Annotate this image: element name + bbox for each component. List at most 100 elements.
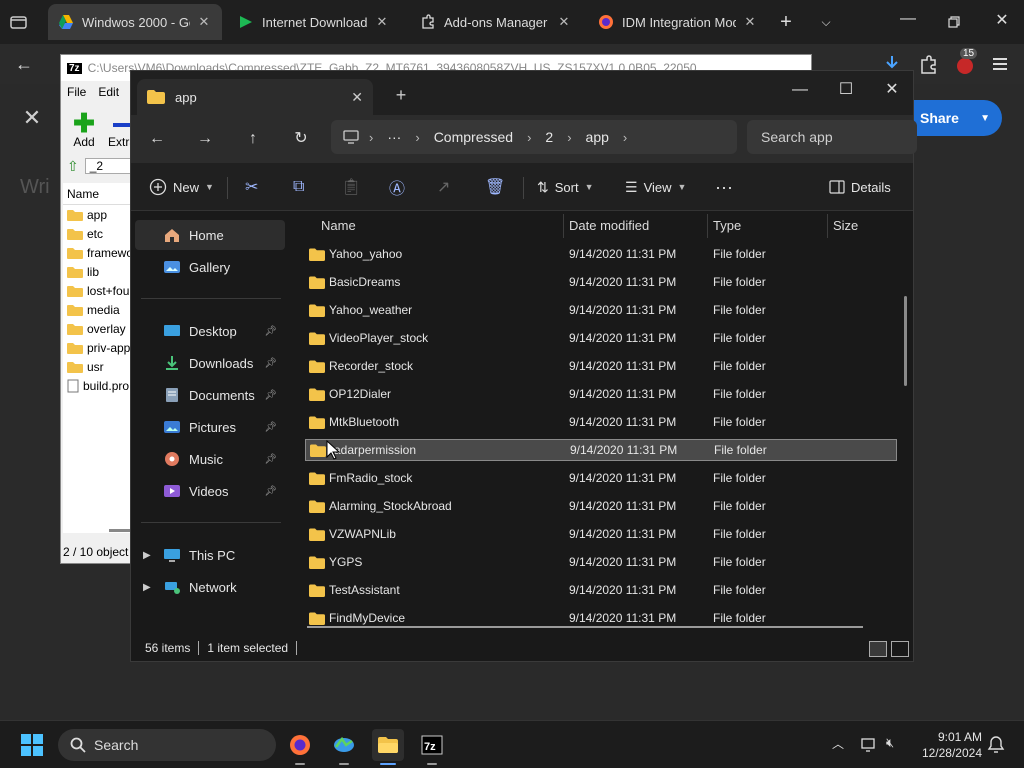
chevron-down-icon[interactable]: ▼: [980, 113, 990, 124]
table-row[interactable]: MtkBluetooth 9/14/2020 11:31 PM File folde…: [305, 411, 897, 433]
rename-button[interactable]: Ⓐ: [389, 171, 405, 203]
chevron-right-icon[interactable]: ›: [617, 130, 633, 145]
close-icon[interactable]: ✕: [18, 104, 46, 132]
taskbar-app-idm[interactable]: [328, 729, 360, 765]
table-row[interactable]: Recorder_stock 9/14/2020 11:31 PM File fol…: [305, 355, 897, 377]
nav-item-videos[interactable]: Videos 📌︎: [135, 476, 285, 506]
restore-button[interactable]: [944, 12, 964, 32]
taskbar-app-file-explorer[interactable]: [372, 729, 404, 765]
tiles-view-icon[interactable]: [891, 641, 909, 657]
share-button[interactable]: Share ▼: [914, 100, 1002, 136]
close-window-button[interactable]: ✕: [990, 10, 1014, 34]
column-header-size[interactable]: Size: [833, 218, 858, 233]
pin-icon[interactable]: 📌︎: [264, 486, 277, 497]
list-item[interactable]: app: [63, 205, 133, 224]
column-header-date[interactable]: Date modified: [569, 218, 649, 233]
close-icon[interactable]: ✕: [742, 14, 758, 30]
up-folder-icon[interactable]: ⇧: [67, 158, 79, 175]
chevron-right-icon[interactable]: ›: [521, 130, 537, 145]
taskbar-app-7zip[interactable]: 7z: [416, 729, 448, 765]
tab-overflow-chevron-icon[interactable]: ⌵: [816, 12, 836, 32]
list-item[interactable]: overlay: [63, 319, 133, 338]
table-row[interactable]: Alarming_StockAbroad 9/14/2020 11:31 PM Fi…: [305, 495, 897, 517]
idm-extension-icon[interactable]: 15: [954, 48, 978, 76]
explorer-tab[interactable]: app ✕: [137, 79, 373, 115]
list-item[interactable]: framewo: [63, 243, 133, 262]
taskbar-search[interactable]: Search: [58, 729, 276, 761]
nav-item-desktop[interactable]: Desktop 📌︎: [135, 316, 285, 346]
start-button[interactable]: [20, 733, 44, 757]
nav-item-music[interactable]: Music 📌︎: [135, 444, 285, 474]
list-item[interactable]: lost+fou: [63, 281, 133, 300]
forward-arrow-icon[interactable]: →: [189, 123, 221, 155]
list-item[interactable]: build.pro: [63, 376, 133, 395]
browser-tab[interactable]: IDM Integration Modul ✕: [588, 4, 768, 40]
table-row[interactable]: OP12Dialer 9/14/2020 11:31 PM File folder: [305, 383, 897, 405]
up-arrow-icon[interactable]: ↑: [237, 123, 269, 155]
tab-list-icon[interactable]: [8, 12, 30, 32]
refresh-icon[interactable]: ↻: [285, 123, 317, 155]
taskbar-clock[interactable]: 9:01 AM 12/28/2024: [922, 729, 982, 761]
copy-button[interactable]: ⧉: [293, 171, 304, 203]
view-button[interactable]: ☰ View ▼: [625, 171, 686, 203]
file-explorer-window[interactable]: app ✕ + — ☐ ✕ ← → ↑ ↻ › ··· › Compressed…: [130, 70, 917, 662]
menu-file[interactable]: File: [67, 85, 86, 99]
chevron-right-icon[interactable]: ▶: [143, 550, 151, 561]
table-row[interactable]: TestAssistant 9/14/2020 11:31 PM File fold…: [305, 579, 897, 601]
close-icon[interactable]: ✕: [556, 14, 572, 30]
pin-icon[interactable]: 📌︎: [264, 390, 277, 401]
path-field[interactable]: _2: [84, 158, 133, 174]
table-row[interactable]: Yahoo_weather 9/14/2020 11:31 PM File fold…: [305, 299, 897, 321]
nav-item-documents[interactable]: Documents 📌︎: [135, 380, 285, 410]
breadcrumb-item[interactable]: 2: [537, 129, 561, 145]
maximize-button[interactable]: ☐: [823, 75, 869, 105]
pin-icon[interactable]: 📌︎: [264, 358, 277, 369]
details-button[interactable]: Details: [829, 171, 891, 203]
back-arrow-icon[interactable]: ←: [12, 52, 36, 76]
breadcrumb-item[interactable]: app: [578, 129, 617, 145]
list-item[interactable]: usr: [63, 357, 133, 376]
new-button[interactable]: New ▼: [149, 171, 214, 203]
pin-icon[interactable]: 📌︎: [264, 326, 277, 337]
close-icon[interactable]: ✕: [351, 89, 363, 106]
notification-bell-icon[interactable]: [986, 735, 1006, 755]
share-icon-button[interactable]: ↗: [437, 171, 450, 203]
table-row[interactable]: FmRadio_stock 9/14/2020 11:31 PM File fold…: [305, 467, 897, 489]
column-divider[interactable]: [563, 214, 564, 238]
nav-item-gallery[interactable]: Gallery: [135, 252, 285, 282]
table-row[interactable]: Yahoo_yahoo 9/14/2020 11:31 PM File folder: [305, 243, 897, 265]
minimize-button[interactable]: —: [777, 75, 823, 105]
taskbar-app-firefox[interactable]: [284, 729, 316, 765]
list-item[interactable]: media: [63, 300, 133, 319]
volume-muted-icon[interactable]: 🔇︎: [886, 735, 906, 755]
column-header-type[interactable]: Type: [713, 218, 741, 233]
pin-icon[interactable]: 📌︎: [264, 422, 277, 433]
add-button[interactable]: ✚ Add: [69, 110, 99, 149]
list-item[interactable]: etc: [63, 224, 133, 243]
column-header-name[interactable]: Name: [321, 218, 356, 233]
hamburger-menu-icon[interactable]: [990, 54, 1010, 74]
nav-item-network[interactable]: ▶ Network: [135, 572, 285, 602]
chevron-right-icon[interactable]: ›: [561, 130, 577, 145]
nav-item-downloads[interactable]: Downloads 📌︎: [135, 348, 285, 378]
browser-tab[interactable]: Add-ons Manager ✕: [410, 4, 582, 40]
new-tab-button[interactable]: +: [776, 10, 796, 34]
nav-item-pictures[interactable]: Pictures 📌︎: [135, 412, 285, 442]
horizontal-scrollbar[interactable]: [307, 626, 863, 628]
table-row-selected[interactable]: radarpermission 9/14/2020 11:31 PM File fo…: [305, 439, 897, 461]
chevron-right-icon[interactable]: ›: [409, 130, 425, 145]
breadcrumb-item[interactable]: Compressed: [426, 129, 521, 145]
minimize-button[interactable]: —: [896, 10, 920, 34]
breadcrumb-more[interactable]: ···: [379, 129, 409, 145]
nav-item-this-pc[interactable]: ▶ This PC: [135, 540, 285, 570]
back-arrow-icon[interactable]: ←: [141, 123, 173, 155]
chevron-right-icon[interactable]: ▶: [143, 582, 151, 593]
search-input[interactable]: Search app: [747, 120, 917, 154]
network-status-icon[interactable]: [860, 735, 880, 755]
pin-icon[interactable]: 📌︎: [264, 454, 277, 465]
column-divider[interactable]: [827, 214, 828, 238]
table-row[interactable]: YGPS 9/14/2020 11:31 PM File folder: [305, 551, 897, 573]
paste-button[interactable]: 📋︎: [341, 171, 361, 203]
tray-chevron-up-icon[interactable]: ︿: [830, 735, 846, 751]
table-row[interactable]: VideoPlayer_stock 9/14/2020 11:31 PM File …: [305, 327, 897, 349]
